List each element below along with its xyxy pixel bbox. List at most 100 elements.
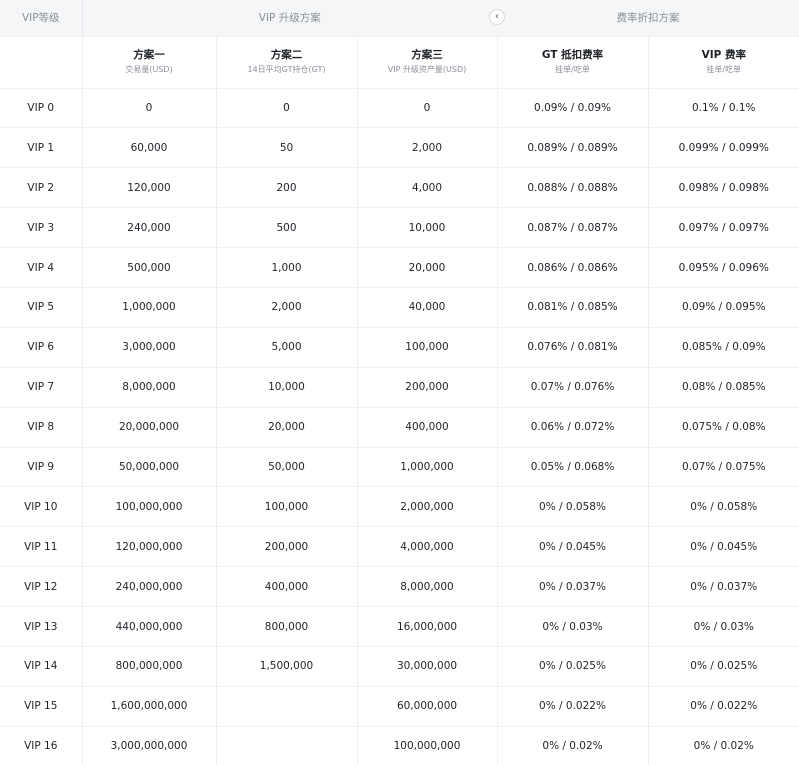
plan3-cell: 4,000,000 [357, 526, 498, 568]
gt-rate-cell: 0.086% / 0.086% [497, 247, 649, 288]
plan2-cell: 400,000 [216, 566, 358, 608]
vip-rate-cell: 0.1% / 0.1% [648, 88, 799, 129]
vip-level-cell: VIP 2 [0, 167, 83, 209]
plan1-cell: 60,000 [82, 127, 217, 169]
gt-rate-cell: 0.05% / 0.068% [497, 447, 649, 488]
vip-level-cell: VIP 6 [0, 327, 83, 368]
table-row: VIP 14 800,000,000 1,500,000 30,000,000 0% /… [0, 646, 799, 687]
vip-rate-cell: 0.07% / 0.075% [648, 447, 799, 488]
table-row: VIP 4 500,000 1,000 20,000 0.086% / 0.086% 0.… [0, 247, 799, 288]
vip-rate-cell: 0% / 0.045% [648, 526, 799, 568]
table-row: VIP 15 1,600,000,000 60,000,000 0% / 0.022%… [0, 686, 799, 727]
table-row: VIP 2 120,000 200 4,000 0.088% / 0.088% 0.098… [0, 167, 799, 209]
gt-rate-cell: 0% / 0.022% [497, 686, 649, 727]
plan3-cell: 100,000 [357, 327, 498, 368]
plan2-cell: 100,000 [216, 486, 358, 528]
vip-fee-table-container: VIP等级 VIP 升级方案 费率折扣方案 方案一 交易量(USD) 方案二 1… [0, 0, 799, 765]
plan3-cell: 0 [357, 88, 498, 129]
plan1-cell: 240,000,000 [82, 566, 217, 608]
plan3-cell: 10,000 [357, 207, 498, 249]
plan1-cell: 120,000,000 [82, 526, 217, 568]
plan3-cell: 40,000 [357, 287, 498, 328]
vip-level-cell: VIP 11 [0, 526, 83, 568]
table-row: VIP 6 3,000,000 5,000 100,000 0.076% / 0.081… [0, 327, 799, 368]
group-header-row: VIP等级 VIP 升级方案 费率折扣方案 [0, 0, 799, 37]
plan1-cell: 1,600,000,000 [82, 686, 217, 727]
table-row: VIP 10 100,000,000 100,000 2,000,000 0% / 0.… [0, 486, 799, 528]
table-row: VIP 0 0 0 0 0.09% / 0.09% 0.1% / 0.1% [0, 88, 799, 129]
gt-rate-cell: 0.06% / 0.072% [497, 407, 649, 448]
plan3-cell: 60,000,000 [357, 686, 498, 727]
vip-level-cell: VIP 4 [0, 247, 83, 288]
gt-rate-cell: 0.09% / 0.09% [497, 88, 649, 129]
gt-rate-cell: 0.07% / 0.076% [497, 367, 649, 408]
plan2-cell: 2,000 [216, 287, 358, 328]
plan1-cell: 20,000,000 [82, 407, 217, 448]
vip-rate-cell: 0.08% / 0.085% [648, 367, 799, 408]
plan2-cell: 50,000 [216, 447, 358, 488]
plan2-cell: 0 [216, 88, 358, 129]
vip-rate-title: VIP 费率 [701, 49, 746, 61]
vip-rate-cell: 0% / 0.022% [648, 686, 799, 727]
table-row: VIP 12 240,000,000 400,000 8,000,000 0% / 0.… [0, 566, 799, 608]
plan2-header: 方案二 14日平均GT持仓(GT) [216, 36, 358, 89]
plan3-cell: 30,000,000 [357, 646, 498, 687]
plan3-cell: 100,000,000 [357, 726, 498, 765]
plan1-cell: 3,000,000 [82, 327, 217, 368]
plan1-title: 方案一 [133, 49, 165, 61]
plan2-cell: 1,000 [216, 247, 358, 288]
plan2-cell: 1,500,000 [216, 646, 358, 687]
vip-level-cell: VIP 7 [0, 367, 83, 408]
plan2-cell: 20,000 [216, 407, 358, 448]
vip-rate-cell: 0.095% / 0.096% [648, 247, 799, 288]
plan3-cell: 1,000,000 [357, 447, 498, 488]
plan3-cell: 20,000 [357, 247, 498, 288]
gt-rate-cell: 0.076% / 0.081% [497, 327, 649, 368]
plan1-cell: 800,000,000 [82, 646, 217, 687]
vip-level-cell: VIP 10 [0, 486, 83, 528]
plan2-cell: 800,000 [216, 606, 358, 647]
plan3-cell: 8,000,000 [357, 566, 498, 608]
gt-rate-cell: 0% / 0.025% [497, 646, 649, 687]
vip-rate-cell: 0.098% / 0.098% [648, 167, 799, 209]
discount-plan-group-header: 费率折扣方案 [497, 0, 799, 37]
plan3-title: 方案三 [411, 49, 443, 61]
plan1-cell: 440,000,000 [82, 606, 217, 647]
vip-rate-cell: 0% / 0.025% [648, 646, 799, 687]
gt-rate-title: GT 抵扣费率 [541, 49, 604, 61]
vip-rate-cell: 0.075% / 0.08% [648, 407, 799, 448]
gt-rate-cell: 0% / 0.037% [497, 566, 649, 608]
gt-rate-cell: 0% / 0.03% [497, 606, 649, 647]
vip-level-cell: VIP 0 [0, 88, 83, 129]
vip-rate-cell: 0% / 0.037% [648, 566, 799, 608]
gt-rate-header: GT 抵扣费率 挂单/吃单 [497, 36, 649, 89]
vip-level-cell: VIP 3 [0, 207, 83, 249]
plan1-cell: 500,000 [82, 247, 217, 288]
empty-header-cell [0, 36, 83, 89]
gt-rate-cell: 0% / 0.058% [497, 486, 649, 528]
vip-level-header: VIP等级 [0, 0, 83, 37]
gt-rate-cell: 0.089% / 0.089% [497, 127, 649, 169]
vip-level-cell: VIP 13 [0, 606, 83, 647]
gt-rate-desc: 挂单/吃单 [555, 65, 590, 74]
vip-rate-cell: 0.099% / 0.099% [648, 127, 799, 169]
plan3-cell: 16,000,000 [357, 606, 498, 647]
plan3-header: 方案三 VIP 升级资产量(USD) [357, 36, 498, 89]
plan3-cell: 2,000 [357, 127, 498, 169]
vip-level-cell: VIP 5 [0, 287, 83, 328]
table-row: VIP 1 60,000 50 2,000 0.089% / 0.089% 0.099% … [0, 127, 799, 169]
vip-rate-header: VIP 费率 挂单/吃单 [648, 36, 799, 89]
table-row: VIP 7 8,000,000 10,000 200,000 0.07% / 0.076… [0, 367, 799, 408]
vip-rate-cell: 0.09% / 0.095% [648, 287, 799, 328]
table-row: VIP 13 440,000,000 800,000 16,000,000 0% / 0… [0, 606, 799, 647]
plan1-cell: 100,000,000 [82, 486, 217, 528]
plan1-cell: 0 [82, 88, 217, 129]
plan2-cell: 5,000 [216, 327, 358, 368]
plan3-cell: 2,000,000 [357, 486, 498, 528]
plan2-cell [216, 686, 358, 727]
plan1-cell: 8,000,000 [82, 367, 217, 408]
vip-level-cell: VIP 1 [0, 127, 83, 169]
vip-rate-cell: 0% / 0.03% [648, 606, 799, 647]
table-row: VIP 3 240,000 500 10,000 0.087% / 0.087% 0.09… [0, 207, 799, 249]
chevron-left-icon[interactable]: ‹ [489, 9, 505, 25]
